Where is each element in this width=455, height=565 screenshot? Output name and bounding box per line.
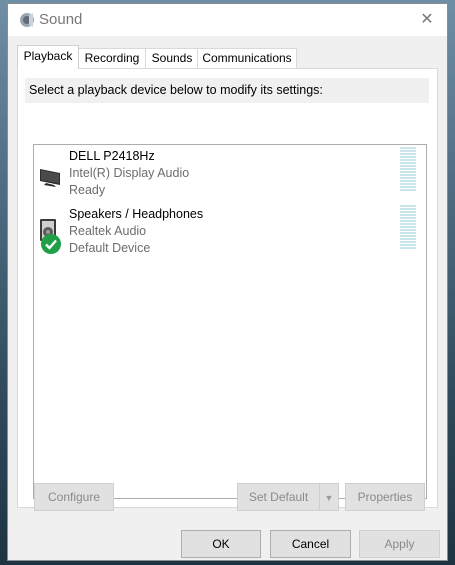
cancel-button[interactable]: Cancel — [270, 530, 351, 558]
title-bar: Sound ✕ — [8, 4, 447, 36]
volume-meter — [400, 205, 416, 251]
playback-panel: Select a playback device below to modify… — [17, 68, 438, 508]
device-name: Speakers / Headphones — [69, 207, 204, 221]
tab-sounds[interactable]: Sounds — [145, 48, 199, 68]
monitor-icon — [40, 169, 60, 187]
device-name: DELL P2418Hz — [69, 149, 155, 163]
properties-button[interactable]: Properties — [345, 483, 425, 511]
close-button[interactable]: ✕ — [417, 10, 437, 30]
configure-button[interactable]: Configure — [34, 483, 114, 511]
window-title: Sound — [39, 11, 83, 28]
sound-icon — [20, 13, 34, 27]
tab-playback[interactable]: Playback — [17, 45, 79, 69]
instruction-text: Select a playback device below to modify… — [25, 78, 429, 103]
ok-button[interactable]: OK — [181, 530, 261, 558]
tab-recording[interactable]: Recording — [77, 48, 147, 68]
device-driver: Realtek Audio — [69, 224, 147, 238]
device-item-dell[interactable]: DELL P2418Hz Intel(R) Display Audio Read… — [34, 147, 424, 203]
volume-meter — [400, 147, 416, 193]
set-default-button[interactable]: Set Default — [237, 483, 319, 511]
device-status: Ready — [69, 183, 106, 197]
default-device-check-icon — [41, 234, 61, 254]
chevron-down-icon: ▼ — [324, 493, 334, 503]
device-driver: Intel(R) Display Audio — [69, 166, 190, 180]
device-status: Default Device — [69, 241, 151, 255]
device-list[interactable]: DELL P2418Hz Intel(R) Display Audio Read… — [33, 144, 427, 499]
dialog-body: Playback Recording Sounds Communications… — [8, 36, 447, 560]
tab-communications[interactable]: Communications — [197, 48, 297, 68]
sound-dialog: Sound ✕ Playback Recording Sounds Commun… — [7, 3, 448, 561]
set-default-dropdown[interactable]: ▼ — [319, 483, 339, 511]
apply-button[interactable]: Apply — [359, 530, 440, 558]
device-item-speakers[interactable]: Speakers / Headphones Realtek Audio Defa… — [34, 205, 424, 261]
